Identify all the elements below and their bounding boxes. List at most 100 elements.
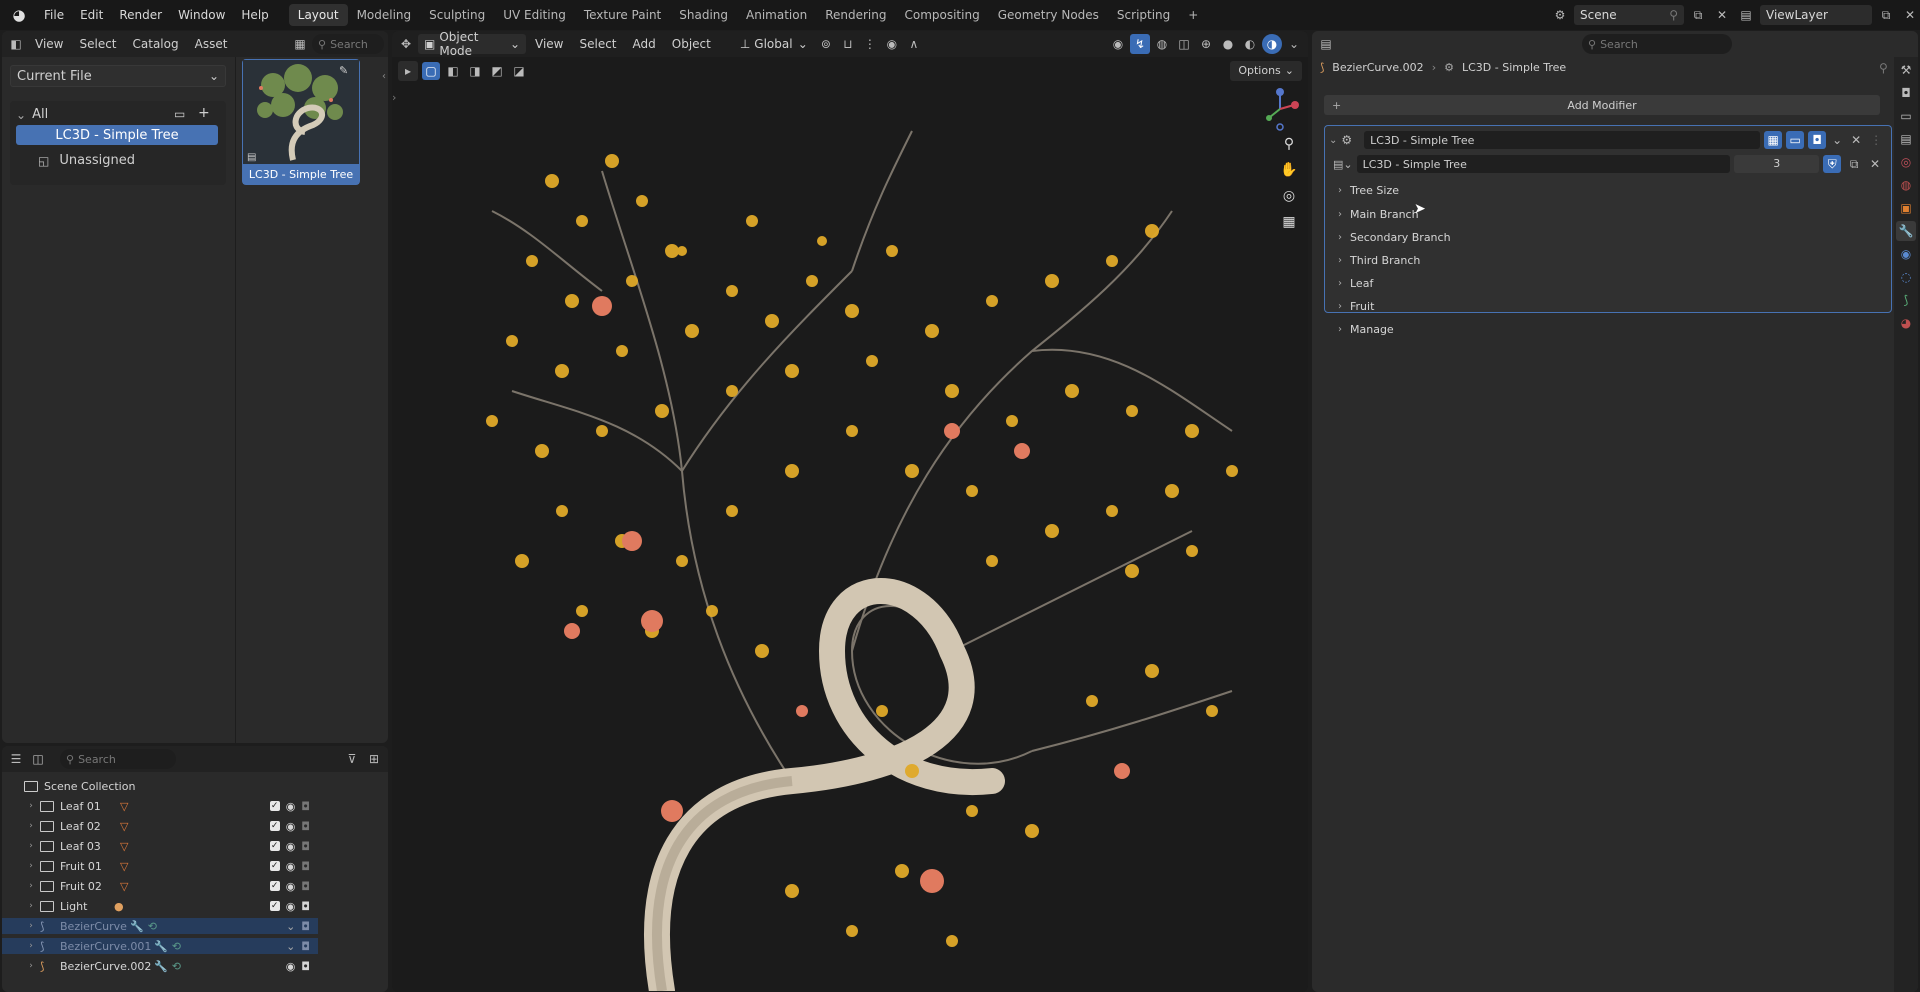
chevron-right-icon[interactable]: › (22, 861, 40, 871)
viewport-menu-object[interactable]: Object (665, 33, 718, 55)
panel-third-branch[interactable]: › Third Branch (1330, 250, 1420, 270)
tab-rendering[interactable]: Rendering (816, 4, 895, 26)
material-shading-icon[interactable]: ◐ (1240, 34, 1260, 54)
chevron-right-icon[interactable]: › (22, 941, 40, 951)
outliner-row-fruit01[interactable]: › Fruit 01 ▽ ✓ ◉ ◘ (2, 858, 318, 874)
edit-mode-toggle-icon[interactable]: ▦ (1764, 131, 1783, 149)
editor-type-icon[interactable]: ☰ (6, 749, 26, 769)
modifier-tab-icon[interactable]: 🔧 (1896, 221, 1916, 241)
menu-view[interactable]: View (28, 33, 70, 55)
tab-uv-editing[interactable]: UV Editing (494, 4, 575, 26)
scene-icon[interactable]: ⚙ (1550, 5, 1570, 25)
solid-shading-icon[interactable]: ● (1218, 34, 1238, 54)
hidden-eye-icon[interactable]: ⌄ (286, 940, 295, 953)
chevron-right-icon[interactable]: › (22, 921, 40, 931)
unlink-icon[interactable]: ✕ (1867, 154, 1883, 174)
menu-select[interactable]: Select (72, 33, 123, 55)
pin-icon[interactable]: ⚲ (1669, 8, 1678, 22)
side-panel-arrow-icon[interactable]: ‹ (382, 71, 386, 82)
physics-tab-icon[interactable]: ◌ (1896, 267, 1916, 287)
user-count[interactable]: 3 (1734, 155, 1820, 173)
exclude-checkbox[interactable]: ✓ (269, 821, 280, 831)
library-dropdown[interactable]: Current File ⌄ (10, 65, 226, 87)
scene-field[interactable]: Scene ⚲ (1574, 5, 1684, 25)
eye-icon[interactable]: ◉ (286, 860, 296, 873)
tab-texture-paint[interactable]: Texture Paint (575, 4, 670, 26)
eye-icon[interactable]: ◉ (286, 840, 296, 853)
catalog-item-unassigned[interactable]: ◱ Unassigned (38, 153, 135, 168)
visibility-icon[interactable]: ◉ (1108, 34, 1128, 54)
select-intersect-icon[interactable]: ◪ (510, 62, 528, 80)
viewport-menu-select[interactable]: Select (572, 33, 623, 55)
tab-animation[interactable]: Animation (737, 4, 816, 26)
chevron-right-icon[interactable]: › (22, 841, 40, 851)
outliner-row-beziercurve[interactable]: › ⟆ BezierCurve 🔧 ⟲ ⌄ ◘ (2, 918, 318, 934)
eye-icon[interactable]: ◉ (286, 960, 296, 973)
camera-icon[interactable]: ◘ (301, 880, 310, 893)
menu-render[interactable]: Render (111, 0, 170, 30)
editor-type-icon[interactable]: ◧ (6, 34, 26, 54)
edit-icon[interactable]: ✎ (339, 64, 348, 77)
select-subtract-icon[interactable]: ◨ (466, 62, 484, 80)
outliner-row-leaf02[interactable]: › Leaf 02 ▽ ✓ ◉ ◘ (2, 818, 318, 834)
options-dropdown[interactable]: Options ⌄ (1230, 61, 1302, 81)
viewport-toggle-icon[interactable]: ▭ (1786, 131, 1805, 149)
render-toggle-icon[interactable]: ◘ (1808, 131, 1827, 149)
exclude-checkbox[interactable]: ✓ (269, 881, 280, 891)
chevron-down-icon[interactable]: ⌄ (1830, 130, 1844, 150)
object-tab-icon[interactable]: ▣ (1896, 198, 1916, 218)
add-catalog-icon[interactable]: + (198, 105, 210, 121)
exclude-checkbox[interactable]: ✓ (269, 861, 280, 871)
zoom-icon[interactable]: ⚲ (1276, 131, 1302, 157)
menu-asset[interactable]: Asset (188, 33, 235, 55)
scene-collection[interactable]: Scene Collection (2, 778, 318, 794)
camera-icon[interactable]: ◎ (1276, 183, 1302, 209)
grid-view-icon[interactable]: ▦ (290, 34, 310, 54)
gizmo-toggle-icon[interactable]: ↯ (1130, 34, 1150, 54)
tab-scripting[interactable]: Scripting (1108, 4, 1179, 26)
menu-catalog[interactable]: Catalog (126, 33, 186, 55)
catalog-root[interactable]: ⌄ All (16, 107, 48, 122)
outliner-row-beziercurve001[interactable]: › ⟆ BezierCurve.001 🔧 ⟲ ⌄ ◘ (2, 938, 318, 954)
camera-icon[interactable]: ◘ (301, 940, 310, 953)
fake-user-icon[interactable]: ⛨ (1823, 155, 1842, 173)
viewport-menu-add[interactable]: Add (626, 33, 663, 55)
material-tab-icon[interactable]: ◕ (1896, 313, 1916, 333)
tab-modeling[interactable]: Modeling (348, 4, 421, 26)
delete-scene-icon[interactable]: ✕ (1712, 5, 1732, 25)
outliner-row-fruit02[interactable]: › Fruit 02 ▽ ✓ ◉ ◘ (2, 878, 318, 894)
eye-icon[interactable]: ◉ (286, 800, 296, 813)
falloff-icon[interactable]: ∧ (904, 34, 924, 54)
shading-options-icon[interactable]: ⌄ (1284, 34, 1304, 54)
node-group-field[interactable]: LC3D - Simple Tree (1356, 155, 1730, 173)
catalog-item-selected[interactable]: LC3D - Simple Tree (16, 125, 218, 145)
tab-shading[interactable]: Shading (670, 4, 737, 26)
eye-icon[interactable]: ◉ (286, 900, 296, 913)
chevron-right-icon[interactable]: › (22, 881, 40, 891)
mode-dropdown[interactable]: ▣ Object Mode ⌄ (418, 31, 526, 58)
outliner-row-beziercurve002[interactable]: › ⟆ BezierCurve.002 🔧 ⟲ ◉ ◘ (2, 958, 318, 974)
outliner-search-input[interactable]: ⚲ Search (60, 749, 176, 769)
add-modifier-button[interactable]: + Add Modifier (1324, 95, 1880, 115)
sidebar-arrow-icon[interactable]: › (392, 91, 396, 104)
panel-fruit[interactable]: › Fruit (1330, 296, 1374, 316)
tab-layout[interactable]: Layout (288, 4, 348, 26)
panel-main-branch[interactable]: › Main Branch (1330, 204, 1419, 224)
camera-icon[interactable]: ◘ (301, 840, 310, 853)
new-viewlayer-icon[interactable]: ⧉ (1876, 5, 1896, 25)
pin-icon[interactable]: ⚲ (1879, 61, 1888, 75)
select-extend-icon[interactable]: ◧ (444, 62, 462, 80)
eye-icon[interactable]: ◉ (286, 820, 296, 833)
exclude-checkbox[interactable]: ✓ (269, 901, 280, 911)
wireframe-shading-icon[interactable]: ⊕ (1196, 34, 1216, 54)
close-icon[interactable]: ✕ (1848, 130, 1864, 150)
camera-icon[interactable]: ◘ (301, 820, 310, 833)
new-collection-icon[interactable]: ⊞ (364, 749, 384, 769)
snap-target-icon[interactable]: ⋮ (860, 34, 880, 54)
exclude-checkbox[interactable]: ✓ (269, 841, 280, 851)
panel-tree-size[interactable]: › Tree Size (1330, 180, 1399, 200)
editor-type-icon[interactable]: ✥ (396, 34, 416, 54)
menu-help[interactable]: Help (233, 0, 276, 30)
viewlayer-field[interactable]: ViewLayer (1760, 5, 1872, 25)
new-scene-icon[interactable]: ⧉ (1688, 5, 1708, 25)
